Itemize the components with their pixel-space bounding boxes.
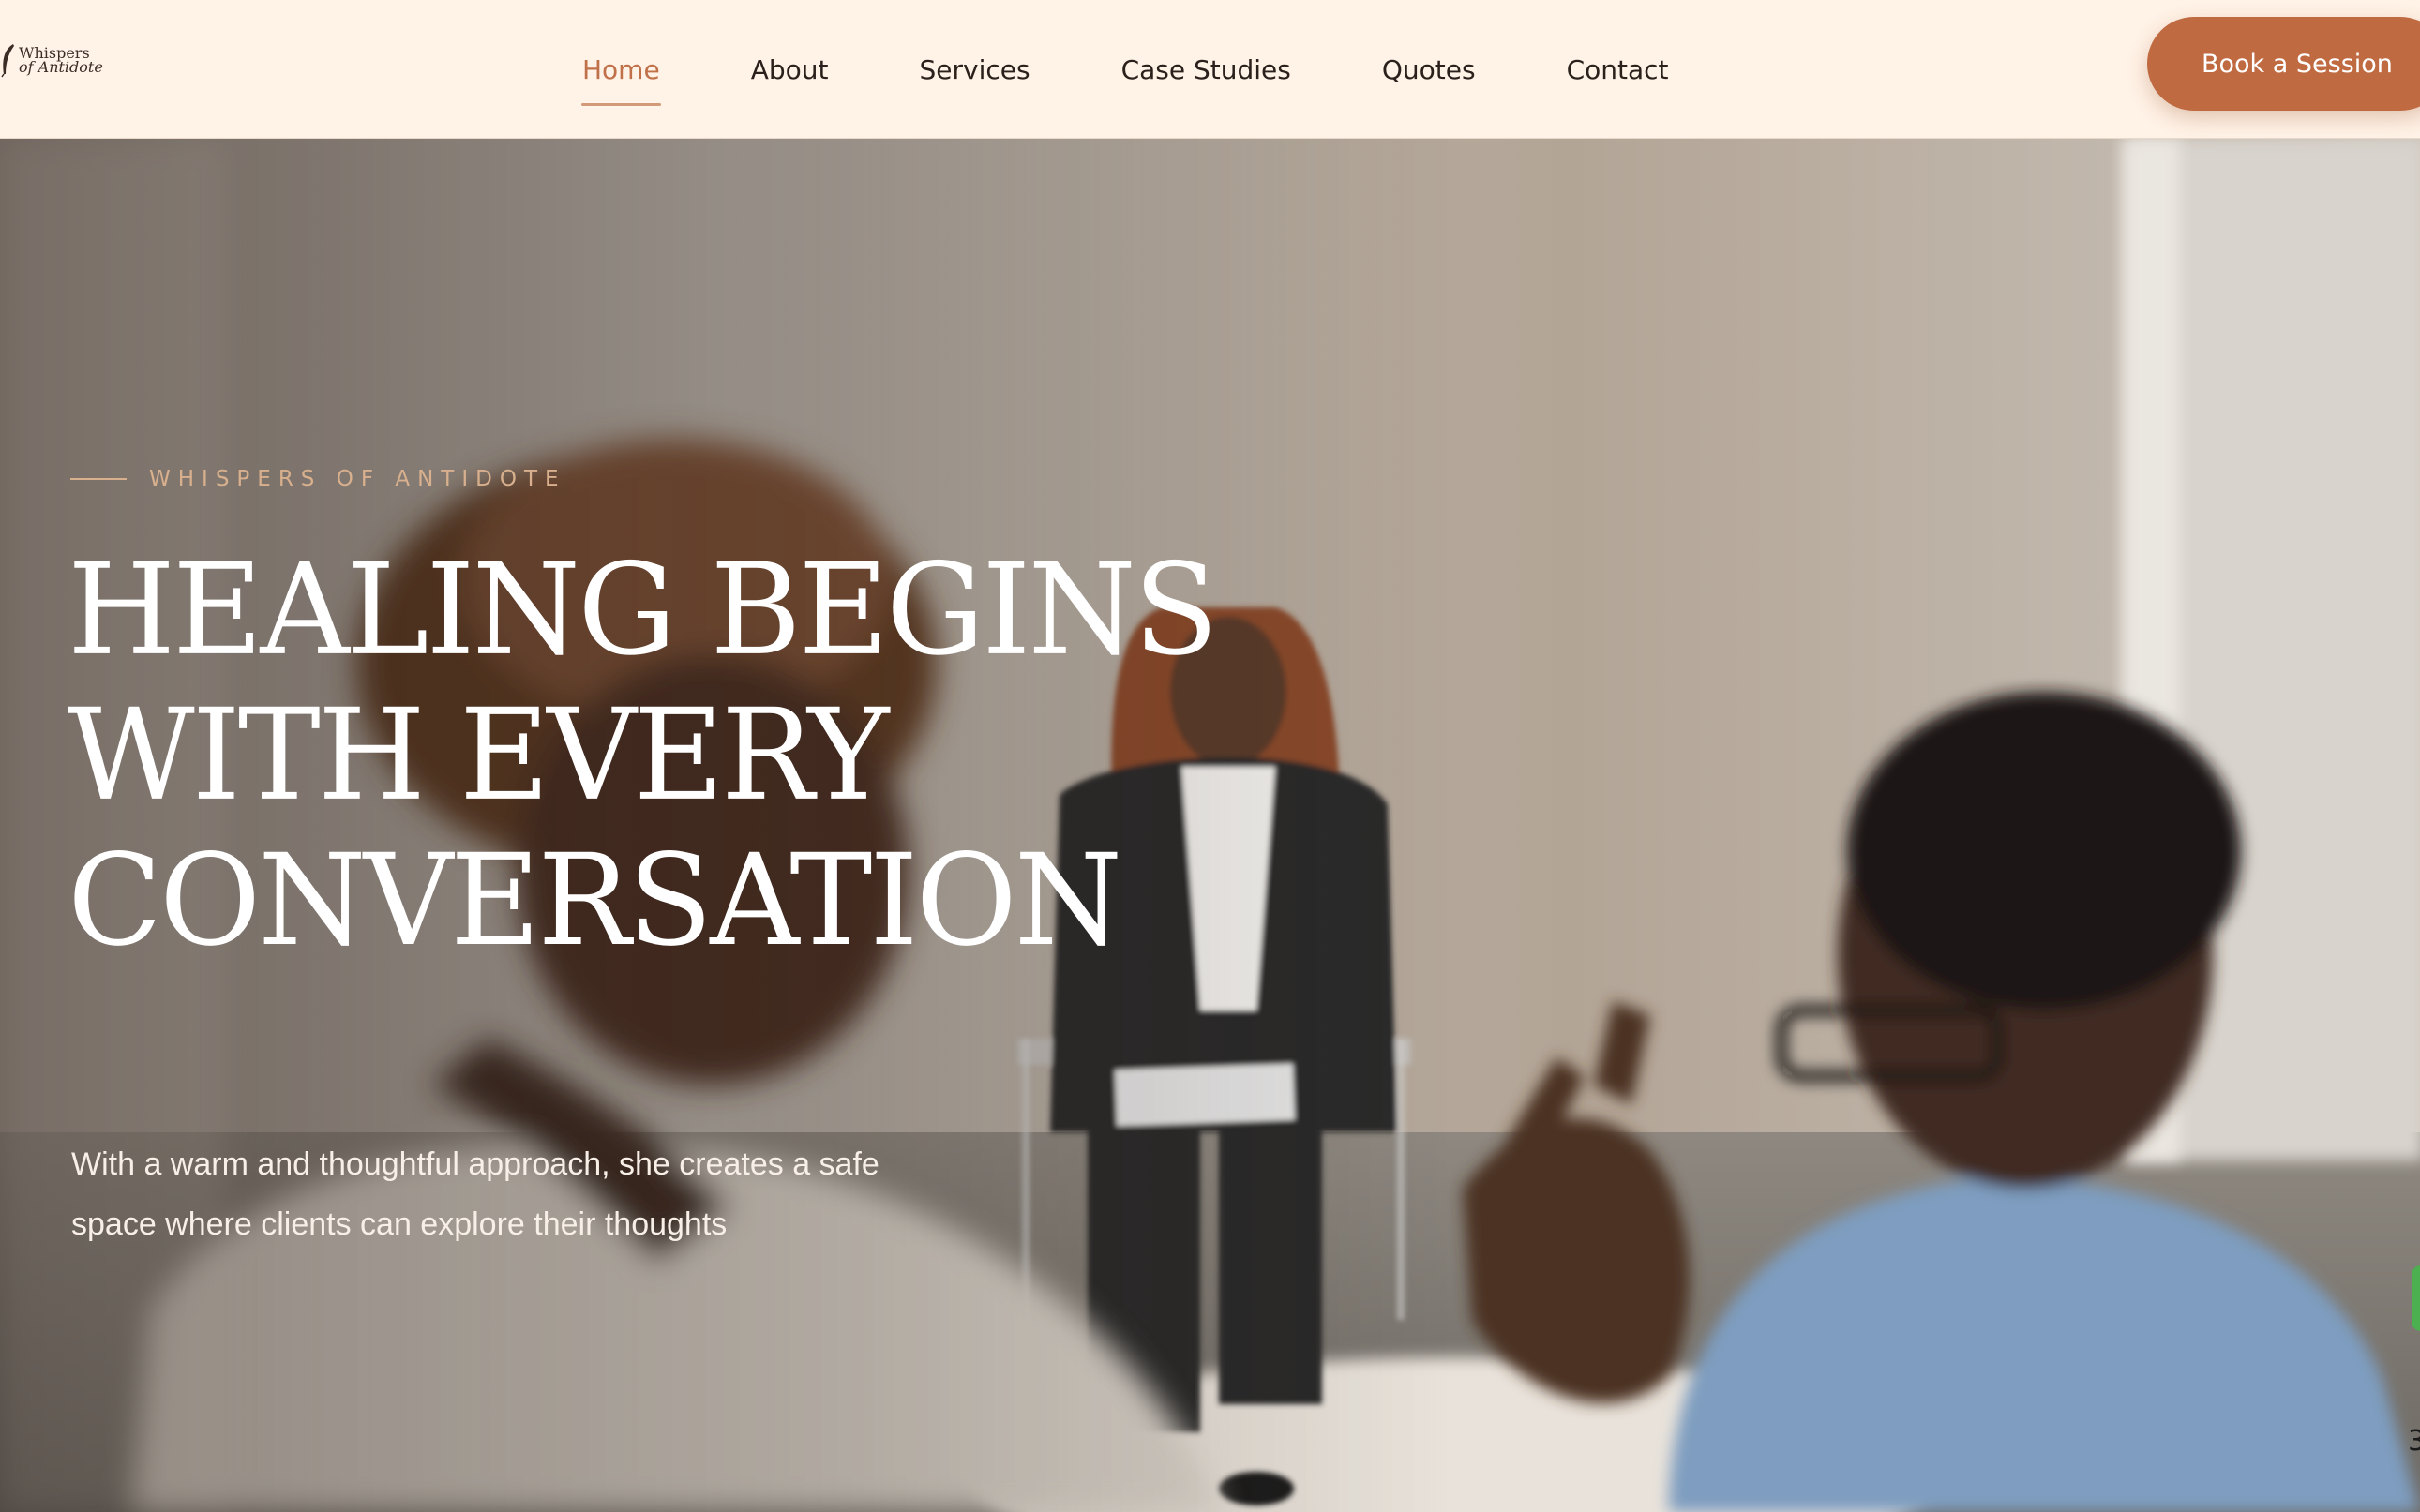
hero-eyebrow: WHISPERS OF ANTIDOTE (70, 467, 566, 491)
subtext-line-2: space where clients can explore their th… (71, 1206, 728, 1242)
feather-icon (1, 44, 14, 78)
nav-services[interactable]: Services (918, 47, 1030, 93)
brand-logo[interactable]: Whispers of Antidote (0, 37, 103, 82)
logo-line-2: of Antidote (19, 58, 103, 76)
hero-subtext: With a warm and thoughtful approach, she… (71, 1134, 971, 1254)
hero-section: WHISPERS OF ANTIDOTE HEALING BEGINS WITH… (0, 139, 2420, 1512)
hero-headline: HEALING BEGINS WITH EVERY CONVERSATION (68, 536, 1218, 975)
logo-wordmark: Whispers of Antidote (19, 46, 103, 76)
eyebrow-text: WHISPERS OF ANTIDOTE (149, 467, 566, 491)
main-nav: Home About Services Case Studies Quotes … (581, 0, 1759, 139)
nav-contact[interactable]: Contact (1566, 47, 1670, 93)
headline-line-3: CONVERSATION (68, 827, 1122, 975)
headline-line-2: WITH EVERY (68, 681, 889, 830)
nav-case-studies[interactable]: Case Studies (1120, 47, 1292, 93)
floating-chat-tab[interactable] (2412, 1265, 2420, 1331)
corner-number: 3 (2408, 1425, 2420, 1458)
book-session-button[interactable]: Book a Session (2147, 17, 2420, 111)
subtext-line-1: With a warm and thoughtful approach, she… (71, 1146, 879, 1182)
headline-line-1: HEALING BEGINS (68, 536, 1218, 684)
nav-about[interactable]: About (750, 47, 830, 93)
nav-quotes[interactable]: Quotes (1381, 47, 1477, 93)
nav-home[interactable]: Home (581, 47, 661, 106)
site-header: Whispers of Antidote Home About Services… (0, 0, 2420, 139)
eyebrow-divider (70, 478, 127, 480)
